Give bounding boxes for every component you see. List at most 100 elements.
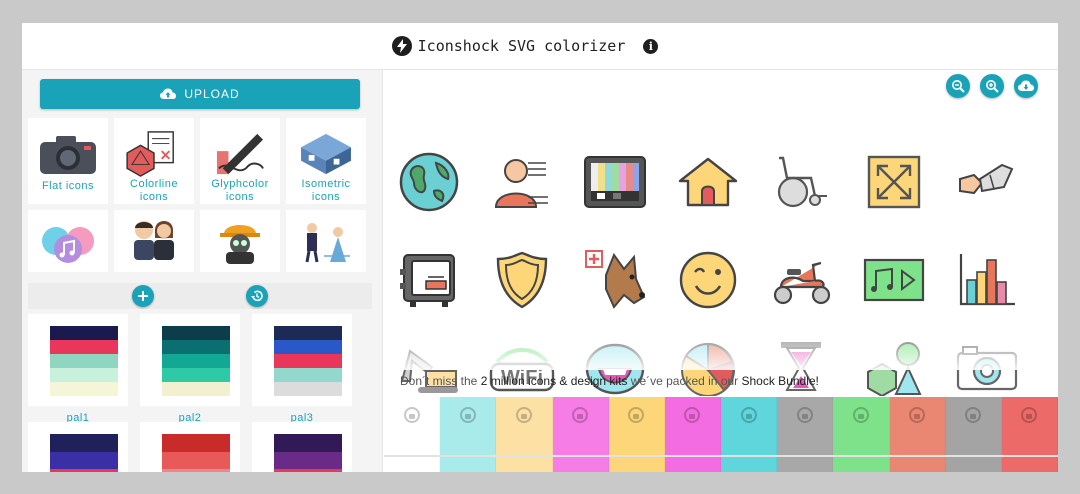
category-glyphcolor-icons[interactable]: Glyphcolor icons	[200, 118, 280, 204]
category-label: Colorline	[130, 178, 178, 190]
excavator-icon[interactable]	[394, 336, 464, 400]
category-sublabel: icons	[311, 191, 341, 203]
app-title: Iconshock SVG colorizer	[417, 37, 626, 55]
house-icon[interactable]	[673, 150, 743, 214]
color-lock-cell[interactable]	[889, 397, 946, 472]
palette-color	[162, 469, 230, 472]
color-lock-cell[interactable]	[721, 397, 778, 472]
category-sublabel: icons	[225, 191, 255, 203]
color-lock-cell[interactable]	[833, 397, 890, 472]
category-colorline-icons[interactable]: Colorline icons	[114, 118, 194, 204]
add-palette-button[interactable]	[132, 285, 154, 307]
lock-icon[interactable]	[740, 407, 757, 423]
lock-icon[interactable]	[852, 407, 869, 423]
shapes-icon[interactable]	[859, 336, 929, 400]
shield-icon[interactable]	[487, 248, 557, 312]
lock-icon[interactable]	[909, 407, 926, 423]
strip-divider	[384, 455, 1058, 457]
happy-face-icon[interactable]	[580, 336, 650, 400]
category-people-icons[interactable]	[286, 210, 366, 272]
color-lock-cell[interactable]	[440, 397, 497, 472]
globe-icon[interactable]	[394, 150, 464, 214]
palette-swatch	[274, 326, 342, 396]
upload-label: UPLOAD	[184, 87, 240, 101]
safe-icon[interactable]	[394, 248, 464, 312]
hourglass-icon[interactable]	[766, 336, 836, 400]
info-icon[interactable]: i	[643, 38, 659, 54]
palette-color	[50, 382, 118, 396]
dog-medical-icon[interactable]	[580, 248, 650, 312]
color-lock-cell[interactable]	[664, 397, 722, 472]
category-bubble-icons[interactable]	[28, 210, 108, 272]
history-button[interactable]	[246, 285, 268, 307]
tv-test-pattern-icon[interactable]	[580, 150, 650, 214]
palette-card[interactable]	[252, 422, 352, 472]
wheelchair-icon[interactable]	[766, 150, 836, 214]
color-lock-cell[interactable]	[384, 397, 441, 472]
camera-outline-icon[interactable]	[952, 336, 1022, 400]
plus-icon	[138, 291, 148, 301]
people-icon	[134, 221, 174, 260]
color-lock-strip	[384, 397, 1058, 472]
pie-chart-icon[interactable]	[673, 336, 743, 400]
bar-chart-icon[interactable]	[952, 248, 1022, 312]
header-bar: Iconshock SVG colorizer i	[22, 23, 1058, 70]
palette-color	[162, 326, 230, 340]
promo-text: Don´t miss the 2 million icons & design …	[400, 374, 819, 388]
palette-list: pal1 pal2 pal3	[28, 314, 372, 472]
wink-face-icon[interactable]	[673, 248, 743, 312]
category-firefighter-icons[interactable]	[200, 210, 280, 272]
download-button[interactable]	[1014, 74, 1038, 98]
shock-bundle-link[interactable]: Shock Bundle!	[742, 374, 819, 388]
palette-swatch	[50, 326, 118, 396]
promo-highlight-link[interactable]: 2 million icons & design kits	[481, 374, 628, 388]
palette-card[interactable]	[28, 422, 128, 472]
palette-card[interactable]	[140, 422, 240, 472]
color-lock-cell[interactable]	[945, 397, 1002, 472]
expand-frame-icon[interactable]	[859, 150, 929, 214]
palette-card[interactable]: pal3	[252, 314, 352, 424]
lock-icon[interactable]	[628, 407, 645, 423]
color-lock-cell[interactable]	[1001, 397, 1058, 472]
palette-color	[274, 469, 342, 472]
palette-color	[50, 340, 118, 354]
lock-icon[interactable]	[684, 407, 701, 423]
user-profile-icon[interactable]	[487, 150, 557, 214]
color-lock-cell[interactable]	[552, 397, 609, 472]
history-icon	[251, 290, 263, 302]
palette-color	[162, 354, 230, 368]
color-lock-cell[interactable]	[496, 397, 553, 472]
left-panel: UPLOAD Flat icons Colorline icons Glyphc…	[22, 70, 383, 472]
category-flat-icons[interactable]: Flat icons	[28, 118, 108, 204]
palette-card[interactable]: pal1	[28, 314, 128, 424]
palette-color	[50, 326, 118, 340]
lock-icon[interactable]	[459, 407, 476, 423]
category-isometric-icons[interactable]: Isometric icons	[286, 118, 366, 204]
upload-button[interactable]: UPLOAD	[40, 79, 360, 109]
broken-arm-icon[interactable]	[952, 150, 1022, 214]
palette-color	[162, 368, 230, 382]
lock-icon[interactable]	[515, 407, 532, 423]
palette-color	[274, 368, 342, 382]
palette-color	[274, 354, 342, 368]
palette-color	[50, 469, 118, 472]
music-player-icon[interactable]	[859, 248, 929, 312]
scooter-icon[interactable]	[766, 248, 836, 312]
icon-canvas: WiFi Don´t miss the 2 million icons & de…	[384, 70, 1058, 472]
color-lock-cell[interactable]	[608, 397, 665, 472]
zoom-out-button[interactable]	[946, 74, 970, 98]
zoom-in-button[interactable]	[980, 74, 1004, 98]
lock-icon[interactable]	[403, 407, 420, 423]
lock-icon[interactable]	[796, 407, 813, 423]
wifi-sign-icon[interactable]: WiFi	[487, 336, 557, 400]
color-lock-cell[interactable]	[777, 397, 834, 472]
d20-dice-icon	[126, 131, 174, 177]
lock-icon[interactable]	[1021, 407, 1038, 423]
palette-card[interactable]: pal2	[140, 314, 240, 424]
category-character-icons[interactable]	[114, 210, 194, 272]
palette-color	[274, 326, 342, 340]
palette-color	[50, 354, 118, 368]
lock-icon[interactable]	[965, 407, 982, 423]
bolt-icon	[391, 36, 412, 56]
lock-icon[interactable]	[572, 407, 589, 423]
